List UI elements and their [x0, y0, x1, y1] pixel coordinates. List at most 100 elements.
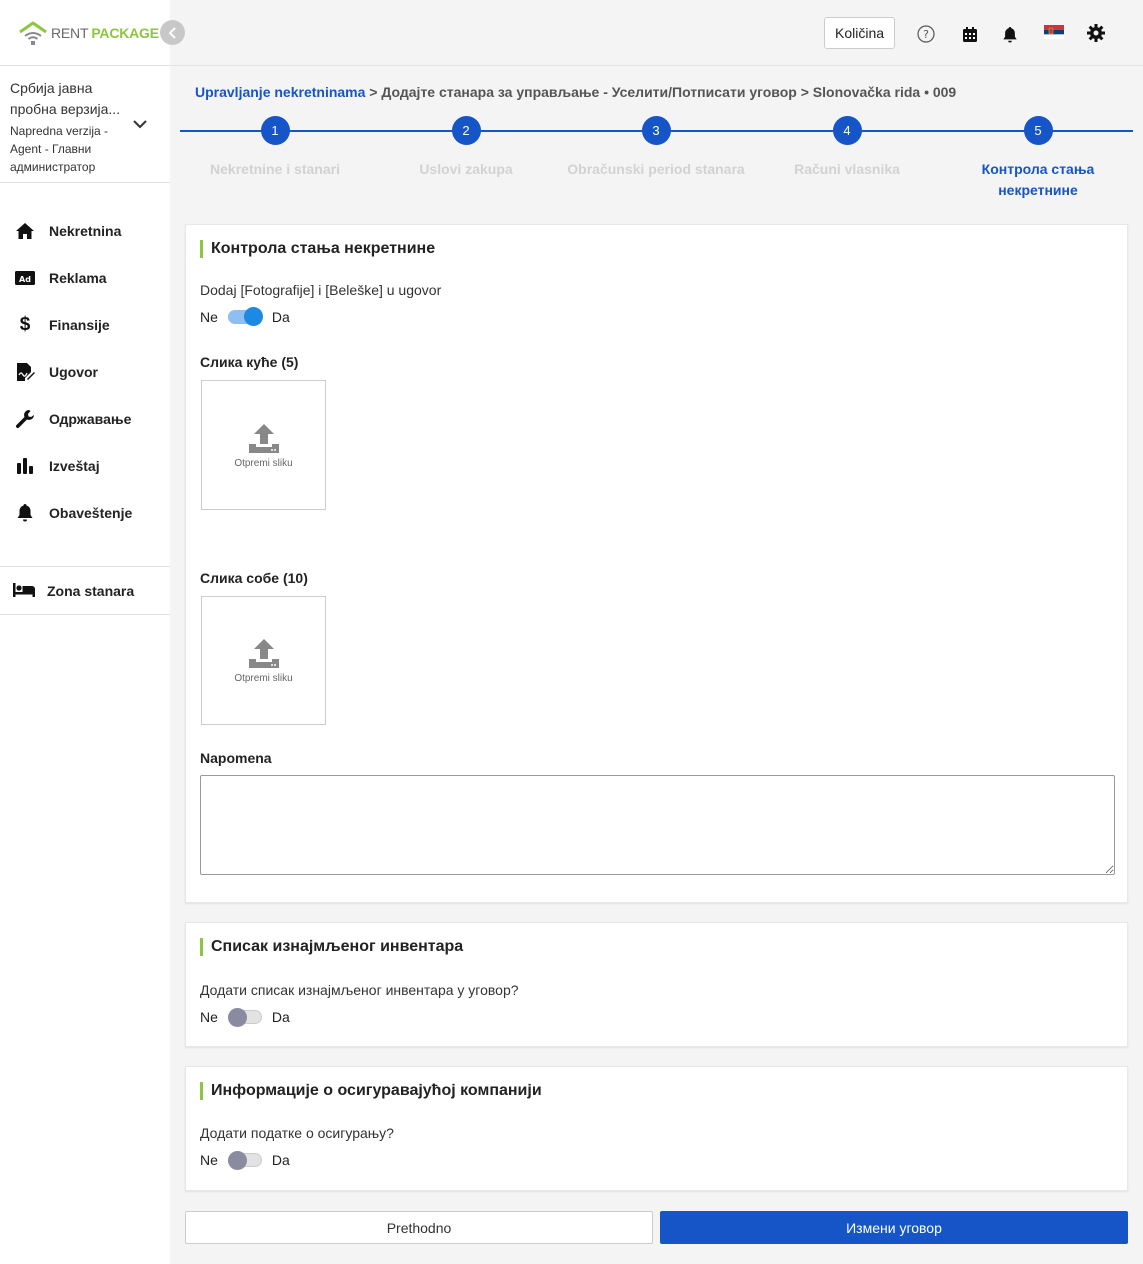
inventory-toggle-row: Ne Da — [200, 1008, 290, 1027]
upload-room-photo[interactable]: Otpremi sliku — [201, 596, 326, 725]
toggle-no-label: Ne — [200, 1152, 218, 1168]
house-photos-label: Слика куће (5) — [200, 354, 299, 370]
property-condition-card: Контрола стања некретнине Dodaj [Fotogra… — [185, 224, 1128, 903]
insurance-toggle-row: Ne Da — [200, 1151, 290, 1170]
insurance-toggle-switch[interactable] — [227, 1151, 262, 1170]
sidebar-item-finansije[interactable]: $ Finansije — [0, 301, 170, 348]
wrench-icon — [15, 409, 35, 429]
upload-house-photo[interactable]: Otpremi sliku — [201, 380, 326, 510]
account-name: Србија јавна пробна верзија... — [10, 80, 121, 117]
step-number: 1 — [260, 116, 290, 145]
step-2[interactable]: 2 Uslovi zakupa — [371, 116, 561, 180]
step-4[interactable]: 4 Računi vlasnika — [752, 116, 942, 180]
serbia-flag-icon[interactable] — [1043, 22, 1065, 42]
breadcrumb-middle: Додајте станара за управљање - Уселити/П… — [381, 84, 797, 100]
inventory-toggle-switch[interactable] — [227, 1008, 262, 1027]
sidebar-item-label: Zona stanara — [47, 582, 135, 599]
step-number: 4 — [832, 116, 862, 145]
sidebar-item-label: Reklama — [49, 269, 107, 286]
toggle-no-label: Ne — [200, 309, 218, 325]
breadcrumb-property: Slonovačka rida • 009 — [812, 84, 957, 100]
step-number: 5 — [1023, 116, 1053, 145]
sidebar-item-zona-stanara[interactable]: Zona stanara — [0, 567, 170, 615]
photos-toggle-switch[interactable] — [227, 307, 263, 326]
upload-text: Otpremi sliku — [234, 673, 293, 684]
contract-icon — [15, 362, 35, 382]
dollar-icon: $ — [19, 313, 31, 335]
chevron-down-icon[interactable] — [132, 116, 148, 132]
account-role: Napredna verzija - Agent - Главни админи… — [10, 124, 109, 174]
edit-contract-button[interactable]: Измени уговор — [660, 1211, 1128, 1244]
step-label: Obračunski period stanara — [567, 161, 745, 177]
card-title: Информације о осигуравајућој компанији — [200, 1082, 542, 1100]
card-title: Списак изнајмљеног инвентара — [200, 938, 463, 956]
toggle-knob — [227, 1008, 247, 1027]
svg-text:?: ? — [923, 28, 929, 41]
logo-text-rent: RENT — [51, 24, 89, 41]
step-3[interactable]: 3 Obračunski period stanara — [561, 116, 751, 180]
breadcrumb-link-root[interactable]: Upravljanje nekretninama — [195, 84, 365, 100]
inventory-list-card: Списак изнајмљеног инвентара Додати спис… — [185, 922, 1128, 1047]
sidebar-item-label: Finansije — [49, 316, 110, 333]
upload-icon — [248, 639, 279, 668]
bed-icon — [13, 581, 35, 600]
sidebar-item-label: Obaveštenje — [49, 504, 133, 521]
sidebar-item-reklama[interactable]: Ad Reklama — [0, 254, 170, 301]
sidebar-item-ugovor[interactable]: Ugovor — [0, 348, 170, 395]
top-bar: Količina ? — [170, 0, 1143, 66]
kolicina-button[interactable]: Količina — [824, 17, 895, 49]
bell-icon — [15, 503, 35, 523]
notification-bell-icon[interactable] — [1000, 24, 1020, 44]
insurance-question: Додати податке о осигурању? — [200, 1125, 394, 1141]
step-number: 2 — [451, 116, 481, 145]
progress-stepper: 1 Nekretnine i stanari 2 Uslovi zakupa 3… — [180, 116, 1133, 201]
ad-icon: Ad — [15, 268, 35, 288]
toggle-no-label: Ne — [200, 1009, 218, 1025]
sidebar-item-izvestaj[interactable]: Izveštaj — [0, 442, 170, 489]
sidebar-item-nekretnina[interactable]: Nekretnina — [0, 207, 170, 254]
note-textarea[interactable] — [200, 775, 1115, 875]
toggle-yes-label: Da — [271, 1152, 290, 1168]
room-photos-label: Слика собе (10) — [200, 570, 308, 586]
upload-icon — [248, 423, 279, 453]
settings-gear-icon[interactable] — [1086, 23, 1106, 43]
sidebar-menu: Nekretnina Ad Reklama $ Finansije Ugovor… — [0, 183, 170, 536]
help-icon[interactable]: ? — [916, 24, 936, 44]
chevron-left-icon — [168, 26, 176, 39]
bar-chart-icon — [15, 456, 35, 476]
sidebar-item-odrzavanje[interactable]: Одржавање — [0, 395, 170, 442]
step-number: 3 — [641, 116, 671, 145]
sidebar-item-label: Nekretnina — [49, 222, 122, 239]
step-label: Uslovi zakupa — [419, 161, 513, 177]
step-label: Računi vlasnika — [794, 161, 900, 177]
calendar-icon[interactable] — [960, 24, 980, 44]
previous-button[interactable]: Prethodno — [185, 1211, 653, 1244]
toggle-knob — [227, 1151, 247, 1170]
breadcrumb-separator: > — [369, 84, 378, 100]
svg-text:Ad: Ad — [19, 275, 31, 284]
logo-text-package: PACKAGE — [91, 24, 159, 41]
card-title: Контрола стања некретнине — [200, 240, 435, 258]
logo[interactable]: RENT PACKAGE — [18, 20, 159, 46]
add-photos-question: Dodaj [Fotografije] i [Beleške] u ugovor — [200, 282, 442, 298]
sidebar-item-label: Одржавање — [49, 410, 132, 427]
inventory-question: Додати списак изнајмљеног инвентара у уг… — [200, 982, 519, 998]
step-label: Nekretnine i stanari — [210, 161, 340, 177]
logo-row: RENT PACKAGE — [0, 0, 170, 66]
step-label: Контрола стања некретнине — [981, 161, 1095, 198]
sidebar: RENT PACKAGE Србија јавна пробна верзија.… — [0, 0, 185, 1264]
step-1[interactable]: 1 Nekretnine i stanari — [180, 116, 370, 180]
collapse-sidebar-button[interactable] — [160, 20, 185, 45]
account-switcher[interactable]: Србија јавна пробна верзија... Napredna … — [0, 66, 170, 183]
sidebar-item-label: Ugovor — [49, 363, 98, 380]
step-5[interactable]: 5 Контрола стања некретнине — [943, 116, 1133, 201]
wifi-home-icon — [19, 21, 47, 45]
upload-text: Otpremi sliku — [234, 457, 293, 469]
sidebar-item-label: Izveštaj — [49, 457, 100, 474]
breadcrumb: Upravljanje nekretninama > Додајте стана… — [195, 84, 956, 100]
toggle-yes-label: Da — [271, 309, 290, 325]
sidebar-item-obavestenje[interactable]: Obaveštenje — [0, 489, 170, 536]
insurance-card: Информације о осигуравајућој компанији Д… — [185, 1066, 1128, 1191]
breadcrumb-separator: > — [800, 84, 809, 100]
note-label: Napomena — [200, 750, 272, 766]
